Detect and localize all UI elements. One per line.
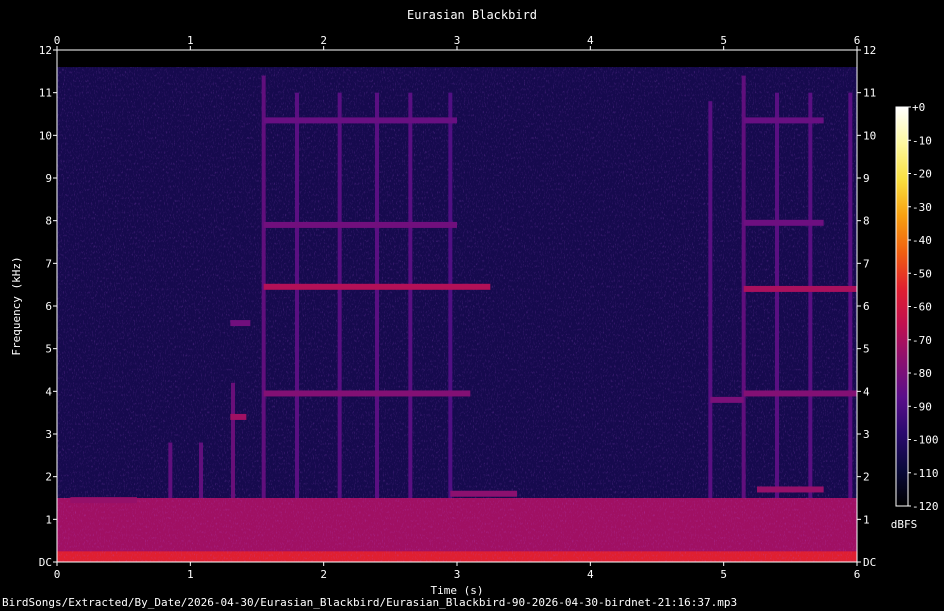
y-tick-label-right-12: 12 [863, 44, 876, 57]
chart-title: Eurasian Blackbird [407, 8, 537, 22]
colorbar-tick-label-2: -20 [912, 168, 932, 181]
x-axis-label: Time (s) [431, 584, 484, 596]
colorbar-tick-label-0: +0 [912, 101, 925, 114]
y-axis-label: Frequency (kHz) [10, 256, 23, 355]
click-mark-8 [448, 92, 453, 499]
x-tick-label-bottom-2: 2 [320, 568, 327, 581]
y-tick-label-left-11: 11 [39, 87, 52, 100]
harmonic-line-6 [743, 219, 824, 226]
x-tick-label-bottom-5: 5 [720, 568, 727, 581]
colorbar-ticks: +0 -10 -20 -30 -40 -50 -60 -70 -80 -90 -100 -110 -12… [908, 101, 939, 513]
y-tick-label-left-3: 3 [45, 428, 52, 441]
click-mark-6 [375, 92, 379, 499]
y-tick-label-left-5: 5 [45, 343, 52, 356]
y-axis-left: DC123456789101112 [39, 44, 57, 569]
y-tick-label-left-6: 6 [45, 300, 52, 313]
y-tick-label-right-8: 8 [863, 215, 870, 228]
click-mark-11 [775, 92, 779, 499]
harmonic-line-12 [757, 486, 824, 493]
x-tick-label-top-6: 6 [854, 34, 861, 47]
colorbar-tick-label-7: -70 [912, 334, 932, 347]
click-mark-12 [808, 92, 813, 499]
colorbar-gradient [895, 106, 909, 507]
colorbar-tick-label-12: -120 [912, 500, 939, 513]
colorbar-tick-label-4: -40 [912, 234, 932, 247]
x-tick-label-bottom-6: 6 [854, 568, 861, 581]
colorbar-tick-label-1: -10 [912, 134, 932, 147]
harmonic-line-9 [230, 413, 247, 420]
y-tick-label-right-1: 1 [863, 513, 870, 526]
y-tick-label-right-5: 5 [863, 343, 870, 356]
spectrogram-chart: Eurasian Blackbird 0123456 0123456 DC123… [10, 8, 939, 596]
x-tick-label-top-1: 1 [187, 34, 194, 47]
x-tick-label-bottom-3: 3 [454, 568, 461, 581]
harmonic-line-4 [743, 390, 857, 397]
y-axis-right: DC123456789101112 [857, 44, 876, 569]
click-mark-1 [199, 442, 203, 498]
colorbar-tick-label-11: -110 [912, 467, 939, 480]
y-tick-label-left-9: 9 [45, 172, 52, 185]
source-filename: BirdSongs/Extracted/By_Date/2026-04-30/E… [2, 596, 738, 609]
y-tick-label-right-9: 9 [863, 172, 870, 185]
y-tick-label-left-1: 1 [45, 513, 52, 526]
colorbar-tick-label-9: -90 [912, 400, 932, 413]
harmonic-line-3 [263, 117, 457, 124]
click-mark-0 [168, 442, 173, 498]
click-mark-5 [337, 92, 342, 499]
harmonic-line-8 [710, 396, 744, 403]
plot-area [57, 50, 857, 562]
harmonic-line-13 [70, 497, 137, 504]
x-tick-label-top-2: 2 [320, 34, 327, 47]
x-tick-label-bottom-4: 4 [587, 568, 594, 581]
click-mark-13 [848, 92, 853, 499]
click-mark-4 [295, 92, 299, 499]
y-tick-label-right-11: 11 [863, 87, 876, 100]
colorbar-tick-label-5: -50 [912, 267, 932, 280]
x-tick-label-bottom-1: 1 [187, 568, 194, 581]
y-tick-label-left-12: 12 [39, 44, 52, 57]
x-tick-label-top-3: 3 [454, 34, 461, 47]
harmonic-line-10 [230, 320, 251, 327]
y-tick-label-left-2: 2 [45, 471, 52, 484]
colorbar-tick-label-6: -60 [912, 301, 932, 314]
y-tick-label-right-7: 7 [863, 257, 870, 270]
harmonic-line-11 [450, 490, 517, 497]
y-tick-label-left-10: 10 [39, 129, 52, 142]
colorbar: +0 -10 -20 -30 -40 -50 -60 -70 -80 -90 -100 -110 -12… [891, 101, 939, 531]
y-tick-label-right-3: 3 [863, 428, 870, 441]
harmonic-line-1 [263, 283, 491, 290]
x-tick-label-top-4: 4 [587, 34, 594, 47]
harmonic-line-0 [263, 390, 471, 397]
y-tick-label-left-0: DC [39, 556, 52, 569]
click-mark-7 [408, 92, 413, 499]
colorbar-tick-label-10: -100 [912, 434, 939, 447]
harmonic-line-7 [743, 117, 824, 124]
x-axis-top: 0 1 2 3 4 5 6 [54, 34, 861, 50]
colorbar-tick-label-8: -80 [912, 367, 932, 380]
y-tick-label-right-0: DC [863, 556, 876, 569]
colorbar-label: dBFS [891, 518, 918, 531]
click-mark-9 [708, 101, 713, 498]
y-tick-label-right-2: 2 [863, 471, 870, 484]
harmonic-line-2 [263, 221, 457, 228]
y-tick-label-right-10: 10 [863, 129, 876, 142]
click-mark-2 [231, 382, 235, 498]
y-tick-label-left-4: 4 [45, 385, 52, 398]
x-tick-label-top-0: 0 [54, 34, 61, 47]
y-tick-label-right-4: 4 [863, 385, 870, 398]
harmonic-line-5 [743, 285, 857, 292]
spectrogram-grain [57, 67, 857, 562]
y-tick-label-right-6: 6 [863, 300, 870, 313]
x-tick-label-top-5: 5 [720, 34, 727, 47]
y-tick-label-left-7: 7 [45, 257, 52, 270]
x-tick-label-bottom-0: 0 [54, 568, 61, 581]
colorbar-tick-label-3: -30 [912, 201, 932, 214]
y-tick-label-left-8: 8 [45, 215, 52, 228]
x-axis-bottom: 0 1 2 3 4 5 6 [54, 562, 861, 581]
